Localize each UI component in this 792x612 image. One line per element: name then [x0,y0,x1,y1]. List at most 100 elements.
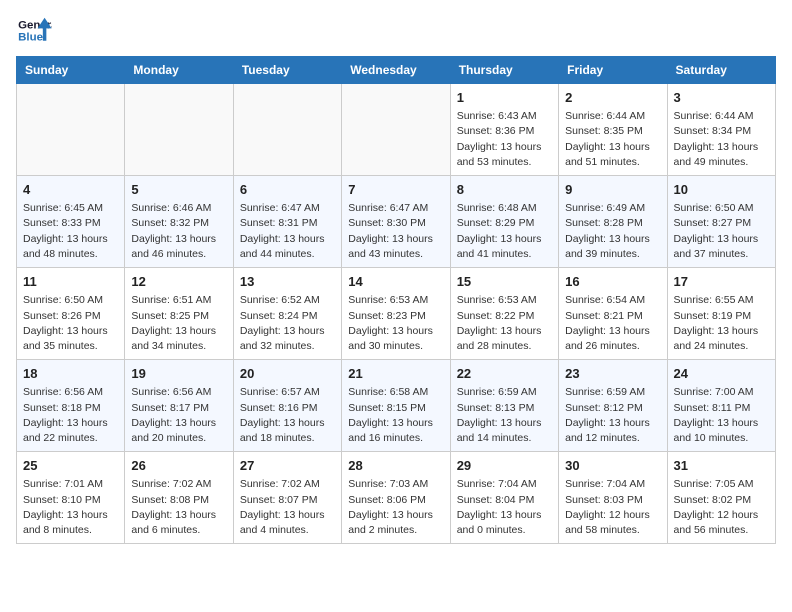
day-info: Sunrise: 6:52 AM Sunset: 8:24 PM Dayligh… [240,293,335,354]
day-info: Sunrise: 7:04 AM Sunset: 8:03 PM Dayligh… [565,477,660,538]
day-info: Sunrise: 6:48 AM Sunset: 8:29 PM Dayligh… [457,201,552,262]
calendar-cell: 1Sunrise: 6:43 AM Sunset: 8:36 PM Daylig… [450,84,558,176]
calendar-cell: 25 Sunrise: 7:01 AM Sunset: 8:10 PM Dayli… [17,452,125,544]
calendar-cell: 29 Sunrise: 7:04 AM Sunset: 8:04 PM Dayli… [450,452,558,544]
day-info: Sunrise: 6:45 AM Sunset: 8:33 PM Dayligh… [23,201,118,262]
day-number: 20 [240,365,335,383]
calendar-cell: 16 Sunrise: 6:54 AM Sunset: 8:21 PM Dayli… [559,268,667,360]
day-number: 23 [565,365,660,383]
day-number: 25 [23,457,118,475]
day-number: 12 [131,273,226,291]
calendar-cell: 11 Sunrise: 6:50 AM Sunset: 8:26 PM Dayli… [17,268,125,360]
day-number: 3 [674,89,769,107]
day-number: 28 [348,457,443,475]
day-number: 6 [240,181,335,199]
day-info: Sunrise: 6:50 AM Sunset: 8:26 PM Dayligh… [23,293,118,354]
day-number: 5 [131,181,226,199]
day-info: Sunrise: 6:55 AM Sunset: 8:19 PM Dayligh… [674,293,769,354]
day-number: 21 [348,365,443,383]
calendar-body: 1Sunrise: 6:43 AM Sunset: 8:36 PM Daylig… [17,84,776,544]
calendar-cell: 8 Sunrise: 6:48 AM Sunset: 8:29 PM Daylig… [450,176,558,268]
calendar-cell: 9 Sunrise: 6:49 AM Sunset: 8:28 PM Daylig… [559,176,667,268]
calendar-cell: 14 Sunrise: 6:53 AM Sunset: 8:23 PM Dayli… [342,268,450,360]
calendar-header-row: SundayMondayTuesdayWednesdayThursdayFrid… [17,57,776,84]
calendar-header-saturday: Saturday [667,57,775,84]
calendar-cell: 26 Sunrise: 7:02 AM Sunset: 8:08 PM Dayli… [125,452,233,544]
day-info: Sunrise: 7:00 AM Sunset: 8:11 PM Dayligh… [674,385,769,446]
calendar-week-3: 11 Sunrise: 6:50 AM Sunset: 8:26 PM Dayli… [17,268,776,360]
day-info: Sunrise: 6:58 AM Sunset: 8:15 PM Dayligh… [348,385,443,446]
calendar-week-5: 25 Sunrise: 7:01 AM Sunset: 8:10 PM Dayli… [17,452,776,544]
day-info: Sunrise: 6:49 AM Sunset: 8:28 PM Dayligh… [565,201,660,262]
day-number: 8 [457,181,552,199]
day-info: Sunrise: 7:01 AM Sunset: 8:10 PM Dayligh… [23,477,118,538]
calendar-cell: 2Sunrise: 6:44 AM Sunset: 8:35 PM Daylig… [559,84,667,176]
day-info: Sunrise: 6:44 AM Sunset: 8:35 PM Dayligh… [565,109,660,170]
calendar-header-wednesday: Wednesday [342,57,450,84]
calendar-table: SundayMondayTuesdayWednesdayThursdayFrid… [16,56,776,544]
calendar-cell: 6 Sunrise: 6:47 AM Sunset: 8:31 PM Daylig… [233,176,341,268]
day-number: 16 [565,273,660,291]
day-info: Sunrise: 7:05 AM Sunset: 8:02 PM Dayligh… [674,477,769,538]
calendar-cell: 7Sunrise: 6:47 AM Sunset: 8:30 PM Daylig… [342,176,450,268]
day-number: 26 [131,457,226,475]
day-info: Sunrise: 6:47 AM Sunset: 8:31 PM Dayligh… [240,201,335,262]
calendar-cell: 24 Sunrise: 7:00 AM Sunset: 8:11 PM Dayli… [667,360,775,452]
calendar-cell: 22 Sunrise: 6:59 AM Sunset: 8:13 PM Dayli… [450,360,558,452]
day-number: 4 [23,181,118,199]
calendar-cell: 17 Sunrise: 6:55 AM Sunset: 8:19 PM Dayli… [667,268,775,360]
day-info: Sunrise: 6:56 AM Sunset: 8:17 PM Dayligh… [131,385,226,446]
calendar-cell: 5 Sunrise: 6:46 AM Sunset: 8:32 PM Daylig… [125,176,233,268]
calendar-header-friday: Friday [559,57,667,84]
day-number: 15 [457,273,552,291]
day-number: 22 [457,365,552,383]
day-info: Sunrise: 7:02 AM Sunset: 8:07 PM Dayligh… [240,477,335,538]
logo-icon: General Blue [16,16,52,46]
calendar-cell: 13Sunrise: 6:52 AM Sunset: 8:24 PM Dayli… [233,268,341,360]
calendar-cell: 15 Sunrise: 6:53 AM Sunset: 8:22 PM Dayli… [450,268,558,360]
day-number: 29 [457,457,552,475]
calendar-cell: 3 Sunrise: 6:44 AM Sunset: 8:34 PM Daylig… [667,84,775,176]
day-info: Sunrise: 7:04 AM Sunset: 8:04 PM Dayligh… [457,477,552,538]
day-info: Sunrise: 6:53 AM Sunset: 8:22 PM Dayligh… [457,293,552,354]
calendar-cell: 12 Sunrise: 6:51 AM Sunset: 8:25 PM Dayli… [125,268,233,360]
day-number: 9 [565,181,660,199]
header: General Blue [16,16,776,46]
calendar-cell [125,84,233,176]
day-number: 19 [131,365,226,383]
calendar-week-2: 4 Sunrise: 6:45 AM Sunset: 8:33 PM Daylig… [17,176,776,268]
day-info: Sunrise: 6:53 AM Sunset: 8:23 PM Dayligh… [348,293,443,354]
calendar-cell [342,84,450,176]
calendar-week-4: 18Sunrise: 6:56 AM Sunset: 8:18 PM Dayli… [17,360,776,452]
day-number: 11 [23,273,118,291]
calendar-header-sunday: Sunday [17,57,125,84]
day-info: Sunrise: 6:44 AM Sunset: 8:34 PM Dayligh… [674,109,769,170]
day-number: 27 [240,457,335,475]
calendar-cell: 18Sunrise: 6:56 AM Sunset: 8:18 PM Dayli… [17,360,125,452]
day-number: 7 [348,181,443,199]
day-info: Sunrise: 7:02 AM Sunset: 8:08 PM Dayligh… [131,477,226,538]
calendar-header-thursday: Thursday [450,57,558,84]
day-number: 17 [674,273,769,291]
calendar-cell: 4 Sunrise: 6:45 AM Sunset: 8:33 PM Daylig… [17,176,125,268]
day-info: Sunrise: 6:59 AM Sunset: 8:13 PM Dayligh… [457,385,552,446]
day-info: Sunrise: 7:03 AM Sunset: 8:06 PM Dayligh… [348,477,443,538]
day-number: 30 [565,457,660,475]
day-number: 10 [674,181,769,199]
day-info: Sunrise: 6:46 AM Sunset: 8:32 PM Dayligh… [131,201,226,262]
day-info: Sunrise: 6:43 AM Sunset: 8:36 PM Dayligh… [457,109,552,170]
calendar-cell: 21 Sunrise: 6:58 AM Sunset: 8:15 PM Dayli… [342,360,450,452]
calendar-cell: 31Sunrise: 7:05 AM Sunset: 8:02 PM Dayli… [667,452,775,544]
calendar-cell [17,84,125,176]
calendar-cell: 19 Sunrise: 6:56 AM Sunset: 8:17 PM Dayli… [125,360,233,452]
svg-text:Blue: Blue [18,32,43,44]
day-info: Sunrise: 6:51 AM Sunset: 8:25 PM Dayligh… [131,293,226,354]
day-info: Sunrise: 6:57 AM Sunset: 8:16 PM Dayligh… [240,385,335,446]
day-info: Sunrise: 6:54 AM Sunset: 8:21 PM Dayligh… [565,293,660,354]
day-number: 14 [348,273,443,291]
calendar-cell: 27 Sunrise: 7:02 AM Sunset: 8:07 PM Dayli… [233,452,341,544]
day-info: Sunrise: 6:59 AM Sunset: 8:12 PM Dayligh… [565,385,660,446]
calendar-header-tuesday: Tuesday [233,57,341,84]
calendar-cell: 10Sunrise: 6:50 AM Sunset: 8:27 PM Dayli… [667,176,775,268]
day-number: 24 [674,365,769,383]
